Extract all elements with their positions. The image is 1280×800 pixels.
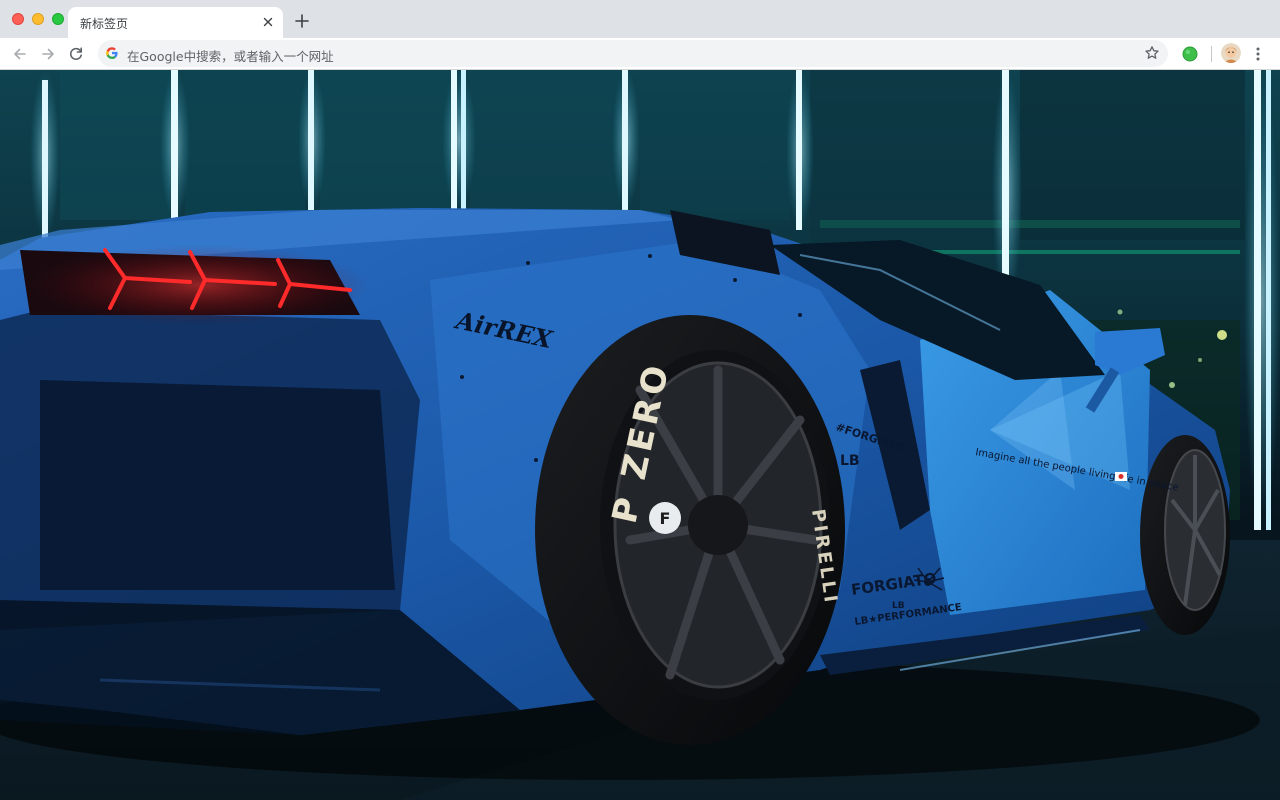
rear-wheel: F P ZERO PIRELLI xyxy=(535,315,845,745)
star-icon[interactable] xyxy=(1144,45,1160,61)
close-window-button[interactable] xyxy=(12,13,24,25)
forward-arrow-icon[interactable] xyxy=(38,44,58,64)
vertical-dots-icon[interactable] xyxy=(1253,45,1263,63)
tab-strip: 新标签页 xyxy=(0,0,1280,38)
back-arrow-icon[interactable] xyxy=(10,44,30,64)
new-tab-wallpaper: F P ZERO PIRELLI AirREX #FORGIATO LB Ima… xyxy=(0,70,1280,800)
decal-lb-small: LB xyxy=(840,453,860,469)
plus-icon[interactable] xyxy=(293,12,311,30)
maximize-window-button[interactable] xyxy=(52,13,64,25)
address-bar-placeholder: 在Google中搜索，或者输入一个网址 xyxy=(127,49,334,64)
front-wheel xyxy=(1140,435,1230,635)
avatar[interactable] xyxy=(1221,43,1241,63)
wallpaper-image: F P ZERO PIRELLI AirREX #FORGIATO LB Ima… xyxy=(0,70,1280,800)
google-g-icon xyxy=(106,47,118,59)
hub-logo: F xyxy=(660,509,671,528)
browser-window: 新标签页 在Google中搜索，或者输入一个网址 F P ZERO PIRELL… xyxy=(0,0,1280,800)
green-circle-extension-icon[interactable] xyxy=(1181,45,1199,63)
reload-icon[interactable] xyxy=(66,44,86,64)
address-bar[interactable]: 在Google中搜索，或者输入一个网址 xyxy=(98,40,1168,67)
close-icon[interactable] xyxy=(261,15,275,29)
tab-title: 新标签页 xyxy=(80,17,129,31)
minimize-window-button[interactable] xyxy=(32,13,44,25)
tab-new-tab[interactable]: 新标签页 xyxy=(68,7,283,38)
toolbar-divider xyxy=(1211,46,1212,62)
toolbar: 在Google中搜索，或者输入一个网址 xyxy=(0,38,1280,70)
